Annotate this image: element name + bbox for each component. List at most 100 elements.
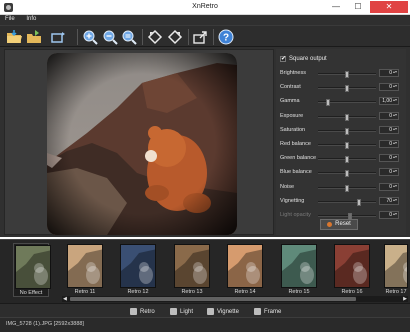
param-slider[interactable] [318,113,376,121]
square-output-checkbox[interactable]: ✔ [280,55,286,62]
preview-image[interactable] [47,53,237,235]
rotate-right-icon[interactable] [167,29,183,45]
param-value-field[interactable]: 1,00 ▴▾ [379,97,399,106]
effect-thumbnail[interactable]: Retro 13 [174,244,210,298]
param-value: 0 [389,169,392,176]
tab-vignette[interactable]: Vignette [203,306,243,317]
slider-handle[interactable] [345,156,349,164]
tab-frame[interactable]: Frame [250,306,285,317]
param-value: 0 [389,212,392,218]
help-icon[interactable]: ? [218,29,234,45]
tab-vignette-label: Vignette [217,308,239,315]
slider-handle[interactable] [345,71,349,78]
spinner-arrows-icon[interactable]: ▴▾ [393,84,397,88]
tab-retro[interactable]: Retro [126,306,159,317]
param-slider[interactable] [318,142,376,149]
param-value-field[interactable]: 0 ▴▾ [379,182,399,191]
param-value-field[interactable]: 0 ▴▾ [379,168,399,177]
param-slider[interactable] [318,85,376,93]
spinner-arrows-icon[interactable]: ▴▾ [393,155,397,159]
menu-bar: File Info [0,15,410,25]
scroll-left-icon[interactable]: ◀ [63,296,67,302]
effect-thumbnail[interactable]: Retro 12 [120,244,156,298]
slider-handle[interactable] [356,198,361,206]
toolbar-separator [188,29,189,45]
effect-thumbnail[interactable]: Retro 11 [67,244,103,298]
param-value: 1,00 [382,98,392,105]
param-value-field[interactable]: 0 ▴▾ [379,83,399,92]
spinner-arrows-icon[interactable]: ▴▾ [393,169,397,173]
close-button[interactable]: ✕ [370,1,408,13]
export-icon[interactable] [192,29,208,45]
square-output-option[interactable]: ✔ Square output [280,54,327,63]
thumbnail-caption: No Effect [19,290,43,296]
slider-handle[interactable] [326,99,331,107]
slider-handle[interactable] [345,85,349,93]
spinner-arrows-icon[interactable]: ▴▾ [393,141,397,145]
slider-handle[interactable] [345,127,349,135]
thumbnail-image [120,244,156,288]
open-folder-icon[interactable] [6,29,22,45]
param-slider[interactable] [318,99,376,107]
zoom-fit-icon[interactable] [121,29,137,45]
spinner-arrows-icon[interactable]: ▴▾ [393,70,397,74]
vignette-tab-icon [207,308,214,315]
spinner-arrows-icon[interactable]: ▴▾ [393,126,397,130]
thumbnail-caption: Retro 14 [234,289,256,295]
crop-icon[interactable] [50,29,66,45]
reset-button[interactable]: Reset [320,219,358,230]
spinner-arrows-icon[interactable]: ▴▾ [393,112,397,116]
spinner-arrows-icon[interactable]: ▴▾ [393,183,397,187]
slider-handle[interactable] [345,170,349,178]
thumbnail-image [15,245,51,289]
menu-file[interactable]: File [0,15,20,23]
slider-handle[interactable] [345,113,349,121]
toolbar-separator [142,29,143,45]
square-output-label: Square output [289,55,327,62]
param-label: Light opacity [280,212,311,218]
spinner-arrows-icon[interactable]: ▴▾ [393,212,397,216]
param-value-field[interactable]: 0 ▴▾ [379,154,399,163]
effect-thumbnail[interactable]: No Effect [13,243,51,297]
param-slider[interactable] [318,71,376,78]
scroll-thumb[interactable] [70,297,356,301]
param-label: Contrast [280,84,301,91]
zoom-out-icon[interactable] [102,29,118,45]
effect-thumbnail[interactable]: Retro 17 [384,244,408,298]
frame-tab-icon [254,308,261,315]
spinner-arrows-icon[interactable]: ▴▾ [393,98,397,102]
thumbnail-image [281,244,317,288]
param-value-field[interactable]: 70 ▴▾ [379,196,399,205]
menu-info[interactable]: Info [21,15,41,23]
param-value-field[interactable]: 0 ▴▾ [379,140,399,148]
tab-light[interactable]: Light [166,306,197,317]
effect-thumbnail[interactable]: Retro 14 [227,244,263,298]
effect-thumbnail[interactable]: Retro 15 [281,244,317,298]
param-slider[interactable] [318,184,376,192]
spinner-arrows-icon[interactable]: ▴▾ [393,197,397,201]
slider-handle[interactable] [345,184,349,192]
scroll-right-icon[interactable]: ▶ [403,296,407,302]
thumbnail-image [67,244,103,288]
zoom-in-icon[interactable] [82,29,98,45]
effect-thumbnail[interactable]: Retro 16 [334,244,370,298]
param-slider[interactable] [318,170,376,178]
param-label: Noise [280,183,295,190]
filmstrip-scrollbar[interactable]: ◀ ▶ [62,296,408,302]
param-value-field[interactable]: 0 ▴▾ [379,111,399,120]
param-value-field[interactable]: 0 ▴▾ [379,125,399,134]
maximize-button[interactable]: ☐ [348,1,368,13]
param-slider[interactable] [318,156,376,164]
save-icon[interactable] [26,29,42,45]
param-row-saturation: Saturation 0 ▴▾ [280,125,404,135]
work-area: ✔ Square output Brightness 0 ▴▾ Contrast 0 ▴▾… [0,47,410,237]
param-slider[interactable] [318,198,376,206]
thumbnail-caption: Retro 11 [74,289,96,295]
preview-panel [4,49,274,235]
slider-handle[interactable] [345,142,349,149]
param-slider[interactable] [318,127,376,135]
param-value-field[interactable]: 0 ▴▾ [379,69,399,77]
param-label: Gamma [280,98,300,105]
rotate-left-icon[interactable] [147,29,163,45]
minimize-button[interactable]: — [326,1,346,13]
